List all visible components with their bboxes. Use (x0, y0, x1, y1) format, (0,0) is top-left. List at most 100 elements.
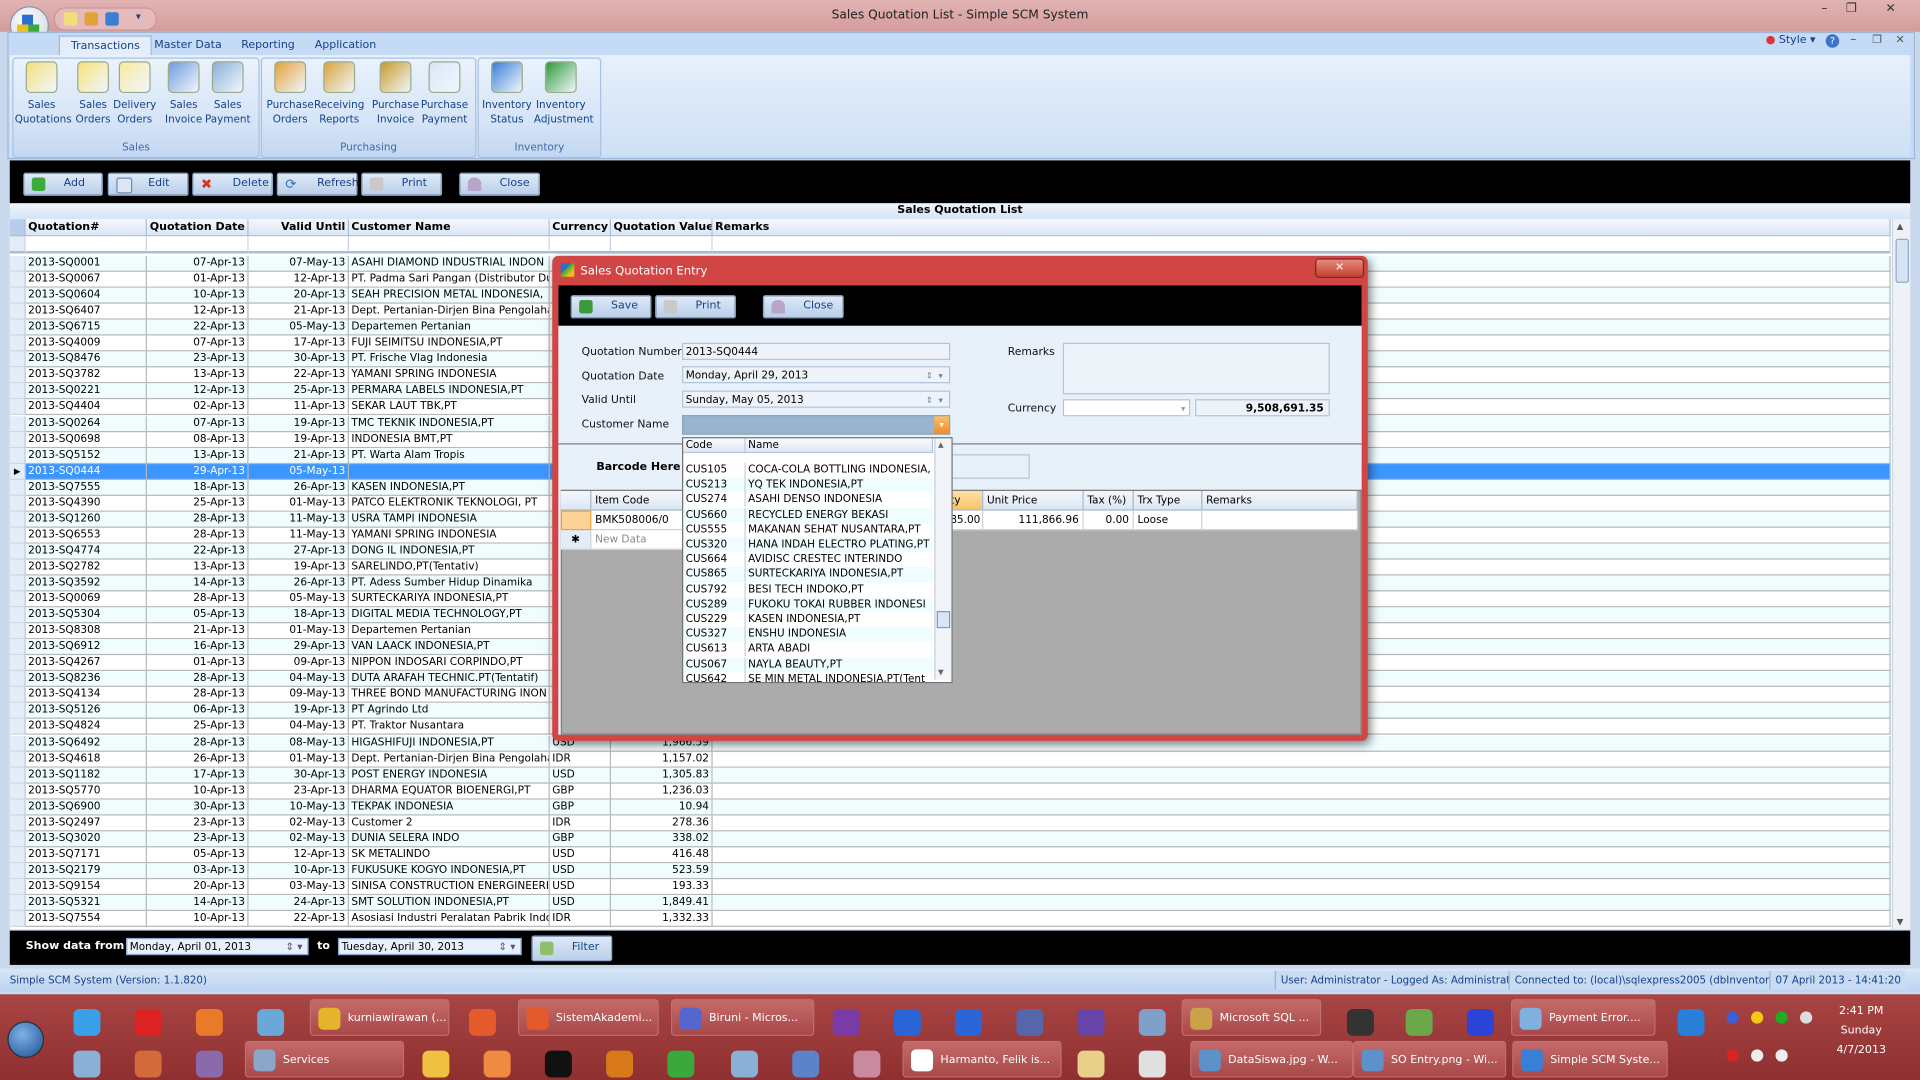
tray-icon[interactable] (1726, 1011, 1739, 1024)
taskbar-button[interactable]: Services (244, 1040, 405, 1078)
column-header-quotation-value[interactable]: Quotation Value (611, 219, 713, 237)
ribbon-button-sales-payment[interactable]: Sales Payment (201, 61, 255, 127)
tool-pinned-icon[interactable] (195, 1050, 223, 1078)
start-button[interactable] (7, 1021, 45, 1058)
filter-cell[interactable] (146, 236, 249, 254)
grid-vertical-scrollbar[interactable]: ▲ ▼ (1891, 219, 1911, 930)
valid-until-picker[interactable]: Sunday, May 05, 2013 ⇕ ▾ (682, 390, 951, 409)
quotation-date-picker[interactable]: Monday, April 29, 2013 ⇕ ▾ (682, 366, 951, 384)
netbeans-pinned-icon[interactable] (955, 1008, 983, 1036)
edit-button[interactable]: Edit (107, 172, 189, 196)
spin-dropdown-icon[interactable]: ⇕ ▾ (498, 939, 515, 956)
row-indicator[interactable] (9, 687, 26, 704)
table-row[interactable]: 2013-SQ1182 17-Apr-13 30-Apr-13 POST ENERGY… (9, 767, 1891, 784)
row-indicator[interactable] (9, 319, 26, 336)
row-indicator[interactable] (9, 607, 26, 624)
tab-master-data[interactable]: Master Data (143, 36, 233, 56)
row-indicator[interactable] (9, 863, 26, 880)
firefox-pinned-icon[interactable] (195, 1008, 223, 1036)
remote-pinned-icon[interactable] (792, 1050, 820, 1078)
row-indicator[interactable] (9, 383, 26, 400)
filter-button[interactable]: Filter (531, 935, 613, 962)
delete-button[interactable]: ✖ Delete (192, 172, 274, 196)
column-header-currency[interactable]: Currency (549, 219, 612, 237)
refresh-button[interactable]: ⟳ Refresh (276, 172, 359, 196)
row-indicator[interactable] (9, 783, 26, 800)
row-indicator[interactable] (9, 735, 26, 752)
scroll-up-icon[interactable]: ▲ (938, 441, 944, 450)
row-indicator[interactable] (9, 751, 26, 768)
customer-option[interactable]: CUS105 COCA-COLA BOTTLING INDONESIA, (683, 462, 933, 478)
intellij-pinned-icon[interactable] (893, 1008, 921, 1036)
taskbar-button[interactable]: Payment Error.... (1511, 999, 1656, 1036)
row-indicator[interactable] (9, 847, 26, 864)
table-row[interactable]: 2013-SQ6900 30-Apr-13 10-May-13 TEKPAK INDO… (9, 799, 1891, 816)
row-indicator[interactable] (9, 431, 26, 448)
tray-icon[interactable] (1726, 1049, 1739, 1062)
customer-option[interactable]: CUS289 FUKOKU TOKAI RUBBER INDONESI (683, 597, 934, 613)
ribbon-close-button[interactable]: ✕ (1896, 34, 1905, 46)
scroll-up-icon[interactable]: ▲ (1897, 222, 1904, 232)
sublime-pinned-icon[interactable] (1346, 1008, 1374, 1036)
taskbar-button[interactable]: Simple SCM Syste... (1512, 1040, 1668, 1078)
taskbar-button[interactable]: kurniawirawan (... (309, 999, 450, 1036)
row-indicator[interactable] (9, 543, 26, 560)
current-row-arrow-icon[interactable]: ▶ (9, 463, 26, 480)
eclipse-pinned-icon[interactable] (1077, 1008, 1105, 1036)
detail-remarks[interactable] (1202, 510, 1358, 531)
add-button[interactable]: Add (23, 172, 103, 196)
row-indicator[interactable] (9, 639, 26, 656)
customer-option[interactable]: CUS327 ENSHU INDONESIA (683, 627, 934, 643)
row-indicator[interactable] (9, 671, 26, 688)
ribbon-button-receiving-reports[interactable]: Receiving Reports (312, 61, 366, 127)
tray-icon[interactable] (1751, 1049, 1764, 1062)
row-indicator[interactable] (9, 303, 26, 320)
explorer-pinned-icon[interactable] (1077, 1050, 1105, 1078)
scroll-down-icon[interactable]: ▼ (938, 669, 944, 678)
remarks-textarea[interactable] (1062, 342, 1330, 395)
thermometer-pinned-icon[interactable] (134, 1050, 162, 1078)
table-row[interactable]: 2013-SQ2179 03-Apr-13 10-Apr-13 FUKUSUKE KO… (9, 863, 1891, 880)
row-indicator[interactable] (9, 767, 26, 784)
customer-option[interactable]: CUS320 HANA INDAH ELECTRO PLATING,PT (683, 537, 934, 553)
row-indicator[interactable] (9, 527, 26, 544)
scrollbar-thumb[interactable] (936, 611, 951, 629)
table-row[interactable]: 2013-SQ7554 10-Apr-13 22-Apr-13 Asosiasi In… (9, 911, 1891, 927)
taskbar-button[interactable]: DataSiswa.jpg - W... (1190, 1040, 1354, 1078)
customer-option[interactable]: CUS792 BESI TECH INDOKO,PT (683, 582, 933, 598)
customer-option[interactable]: CUS865 SURTECKARIYA INDONESIA,PT (683, 567, 934, 583)
filter-cell[interactable] (25, 236, 147, 254)
row-indicator[interactable] (9, 271, 26, 288)
ribbon-button-delivery-orders[interactable]: Delivery Orders (108, 61, 162, 127)
customize-qat-icon[interactable]: ▾ (136, 11, 141, 22)
close-button[interactable]: Close (459, 172, 541, 196)
customer-option[interactable]: CUS067 NAYLA BEAUTY,PT (683, 657, 934, 672)
detail-tax[interactable]: 0.00 (1083, 510, 1134, 531)
ribbon-button-purchase-orders[interactable]: Purchase Orders (263, 61, 317, 127)
date-from-picker[interactable]: Monday, April 01, 2013 ⇕ ▾ (126, 937, 309, 956)
detail-header-remarks[interactable]: Remarks (1202, 491, 1358, 511)
spin-dropdown-icon[interactable]: ⇕ ▾ (926, 392, 943, 409)
notepad2-pinned-icon[interactable] (731, 1050, 758, 1078)
row-indicator[interactable] (9, 879, 26, 896)
ccleaner-pinned-icon[interactable] (1466, 1008, 1494, 1036)
quick-sales-icon[interactable] (63, 12, 78, 26)
row-indicator[interactable] (9, 367, 26, 384)
table-row[interactable]: 2013-SQ5321 14-Apr-13 24-Apr-13 SMT SOLUTIO… (9, 895, 1891, 912)
column-header-customer-name[interactable]: Customer Name (348, 219, 550, 237)
table-row[interactable]: 2013-SQ7171 05-Apr-13 12-Apr-13 SK METALIND… (9, 847, 1891, 864)
row-indicator[interactable] (9, 703, 26, 720)
detail-header-trx-type[interactable]: Trx Type (1133, 491, 1203, 511)
taskbar-button[interactable]: SO Entry.png - Wi... (1353, 1040, 1507, 1078)
notepad-pinned-icon[interactable] (1405, 1008, 1433, 1036)
row-indicator[interactable] (9, 575, 26, 592)
row-indicator[interactable] (9, 559, 26, 576)
customer-option[interactable]: CUS613 ARTA ABADI (683, 642, 933, 657)
cmd-pinned-icon[interactable] (544, 1050, 572, 1078)
ribbon-button-inventory-adjustment[interactable]: Inventory Adjustment (534, 61, 594, 127)
row-indicator[interactable] (9, 511, 26, 528)
row-indicator[interactable] (9, 351, 26, 368)
vs-pinned-icon[interactable] (832, 1008, 860, 1036)
customer-name-combo[interactable] (682, 415, 951, 435)
row-indicator[interactable] (9, 479, 26, 496)
